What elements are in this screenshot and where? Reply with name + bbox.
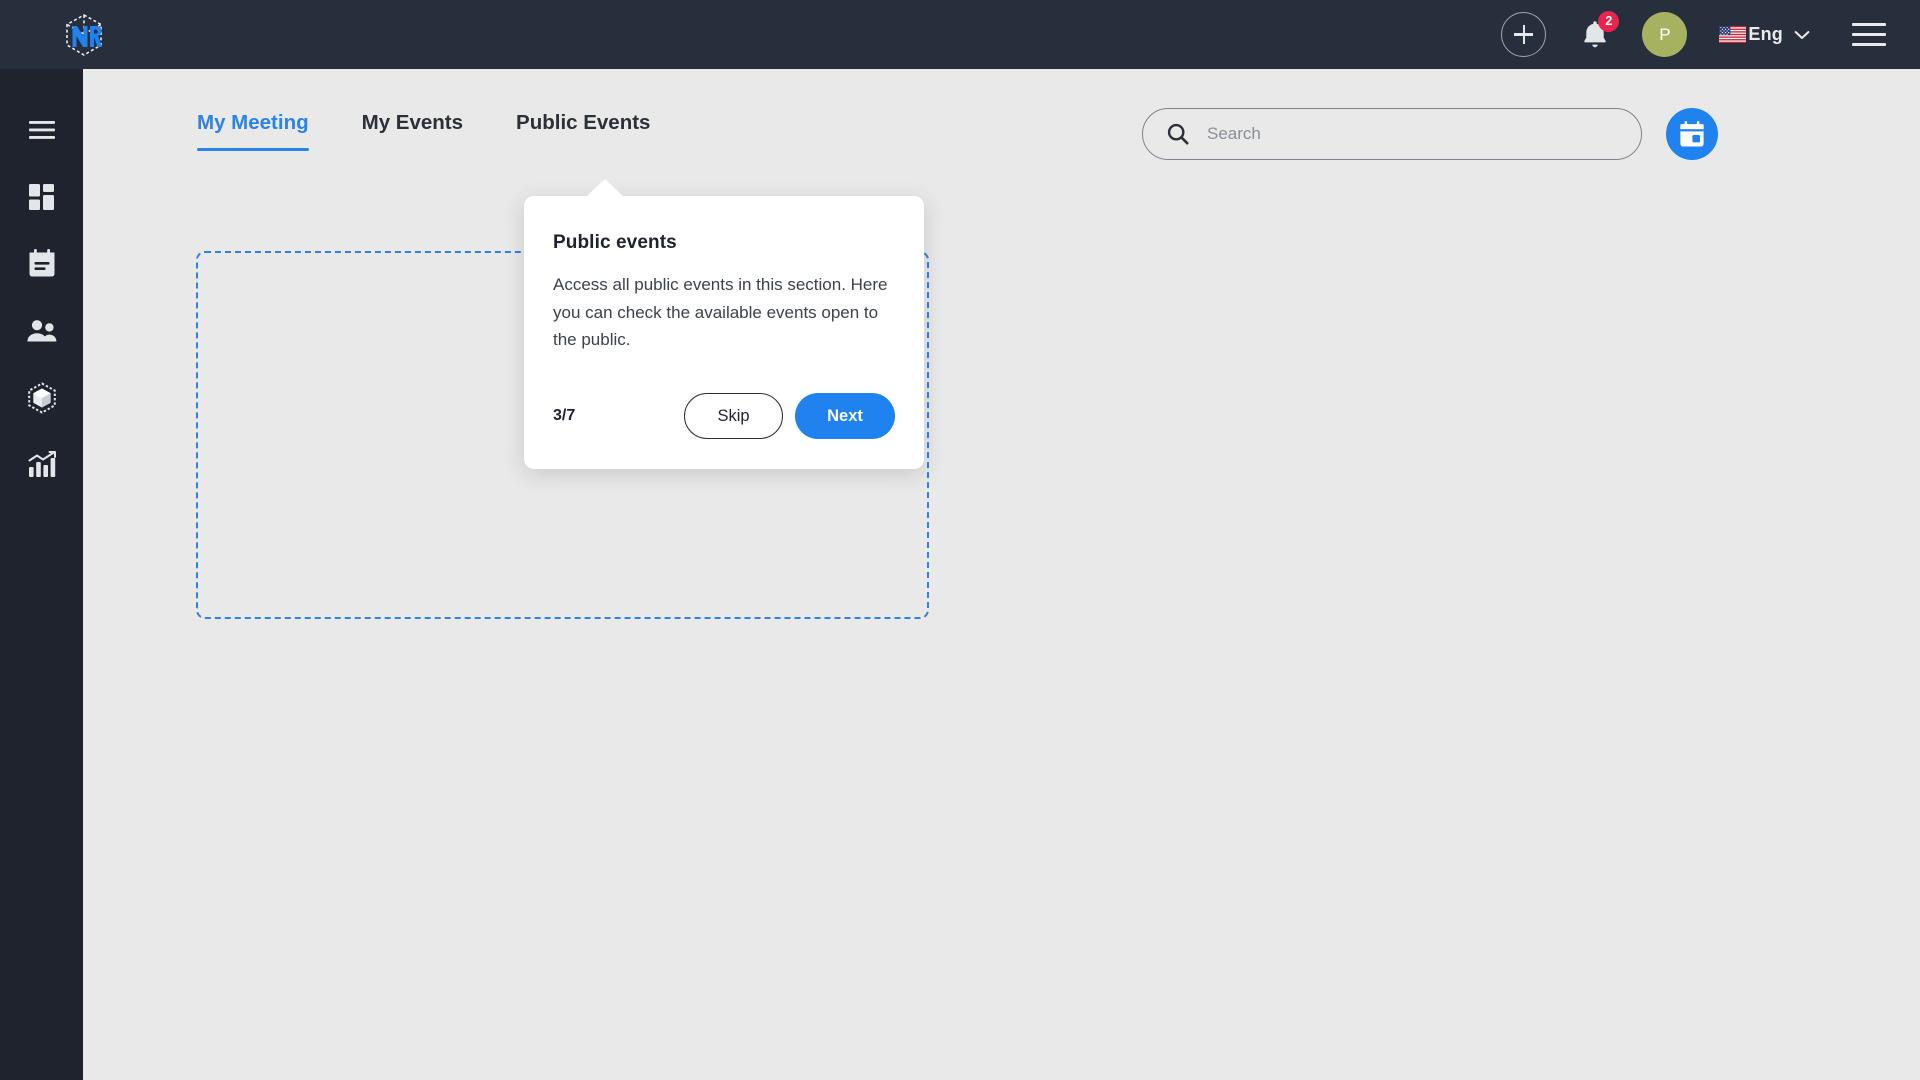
search-icon (1167, 123, 1189, 145)
sidebar (0, 69, 83, 1080)
main-content: My Meeting My Events Public Events Searc… (83, 69, 1920, 1080)
popover-title: Public events (553, 232, 677, 253)
popover-actions: Skip Next (684, 393, 895, 440)
next-button[interactable]: Next (795, 393, 895, 440)
us-flag-icon (1719, 26, 1747, 43)
cube-box-icon (27, 381, 56, 414)
notifications-button[interactable]: 2 (1576, 10, 1620, 57)
tab-my-meeting[interactable]: My Meeting (197, 111, 309, 151)
onboarding-popover: Public events Access all public events i… (524, 179, 924, 470)
top-bar-actions: 2 P Eng (1501, 10, 1920, 57)
top-menu-button[interactable] (1852, 22, 1886, 47)
language-label: Eng (1748, 24, 1783, 44)
hamburger-bar (1852, 22, 1886, 26)
plus-icon (1514, 25, 1534, 44)
skip-button[interactable]: Skip (684, 393, 783, 440)
sidebar-item-packages[interactable] (0, 364, 83, 431)
bar-chart-icon (28, 450, 56, 477)
add-button[interactable] (1501, 12, 1547, 57)
search-input[interactable] (1207, 124, 1607, 144)
app-logo[interactable] (42, 0, 125, 69)
tab-public-events[interactable]: Public Events (516, 111, 650, 151)
popover-body: Access all public events in this section… (553, 275, 888, 350)
avatar[interactable]: P (1642, 12, 1688, 57)
sidebar-item-contacts[interactable] (0, 297, 83, 364)
tab-bar: My Meeting My Events Public Events (197, 111, 703, 151)
chevron-down-icon (1794, 30, 1810, 39)
nr-cube-logo-icon (65, 13, 102, 56)
dashboard-grid-icon (28, 183, 54, 210)
tab-my-events[interactable]: My Events (362, 111, 463, 151)
calendar-icon (29, 249, 54, 277)
hamburger-menu-icon (28, 120, 55, 139)
search-box[interactable] (1142, 108, 1642, 160)
sidebar-item-menu-toggle[interactable] (0, 96, 83, 163)
top-bar: 2 P Eng (0, 0, 1920, 69)
notification-badge: 2 (1598, 10, 1620, 32)
sidebar-item-dashboard[interactable] (0, 163, 83, 230)
people-icon (26, 319, 56, 341)
hamburger-bar (1852, 43, 1886, 47)
calendar-view-button[interactable] (1666, 108, 1718, 160)
calendar-icon (1680, 120, 1704, 146)
sidebar-item-analytics[interactable] (0, 431, 83, 498)
search-row (1142, 108, 1718, 160)
sidebar-item-events[interactable] (0, 230, 83, 297)
popover-footer: 3/7 Skip Next (553, 393, 895, 440)
hamburger-bar (1852, 32, 1886, 37)
popover-arrow (586, 179, 624, 197)
popover-step-counter: 3/7 (553, 407, 576, 425)
language-selector[interactable]: Eng (1719, 24, 1810, 45)
